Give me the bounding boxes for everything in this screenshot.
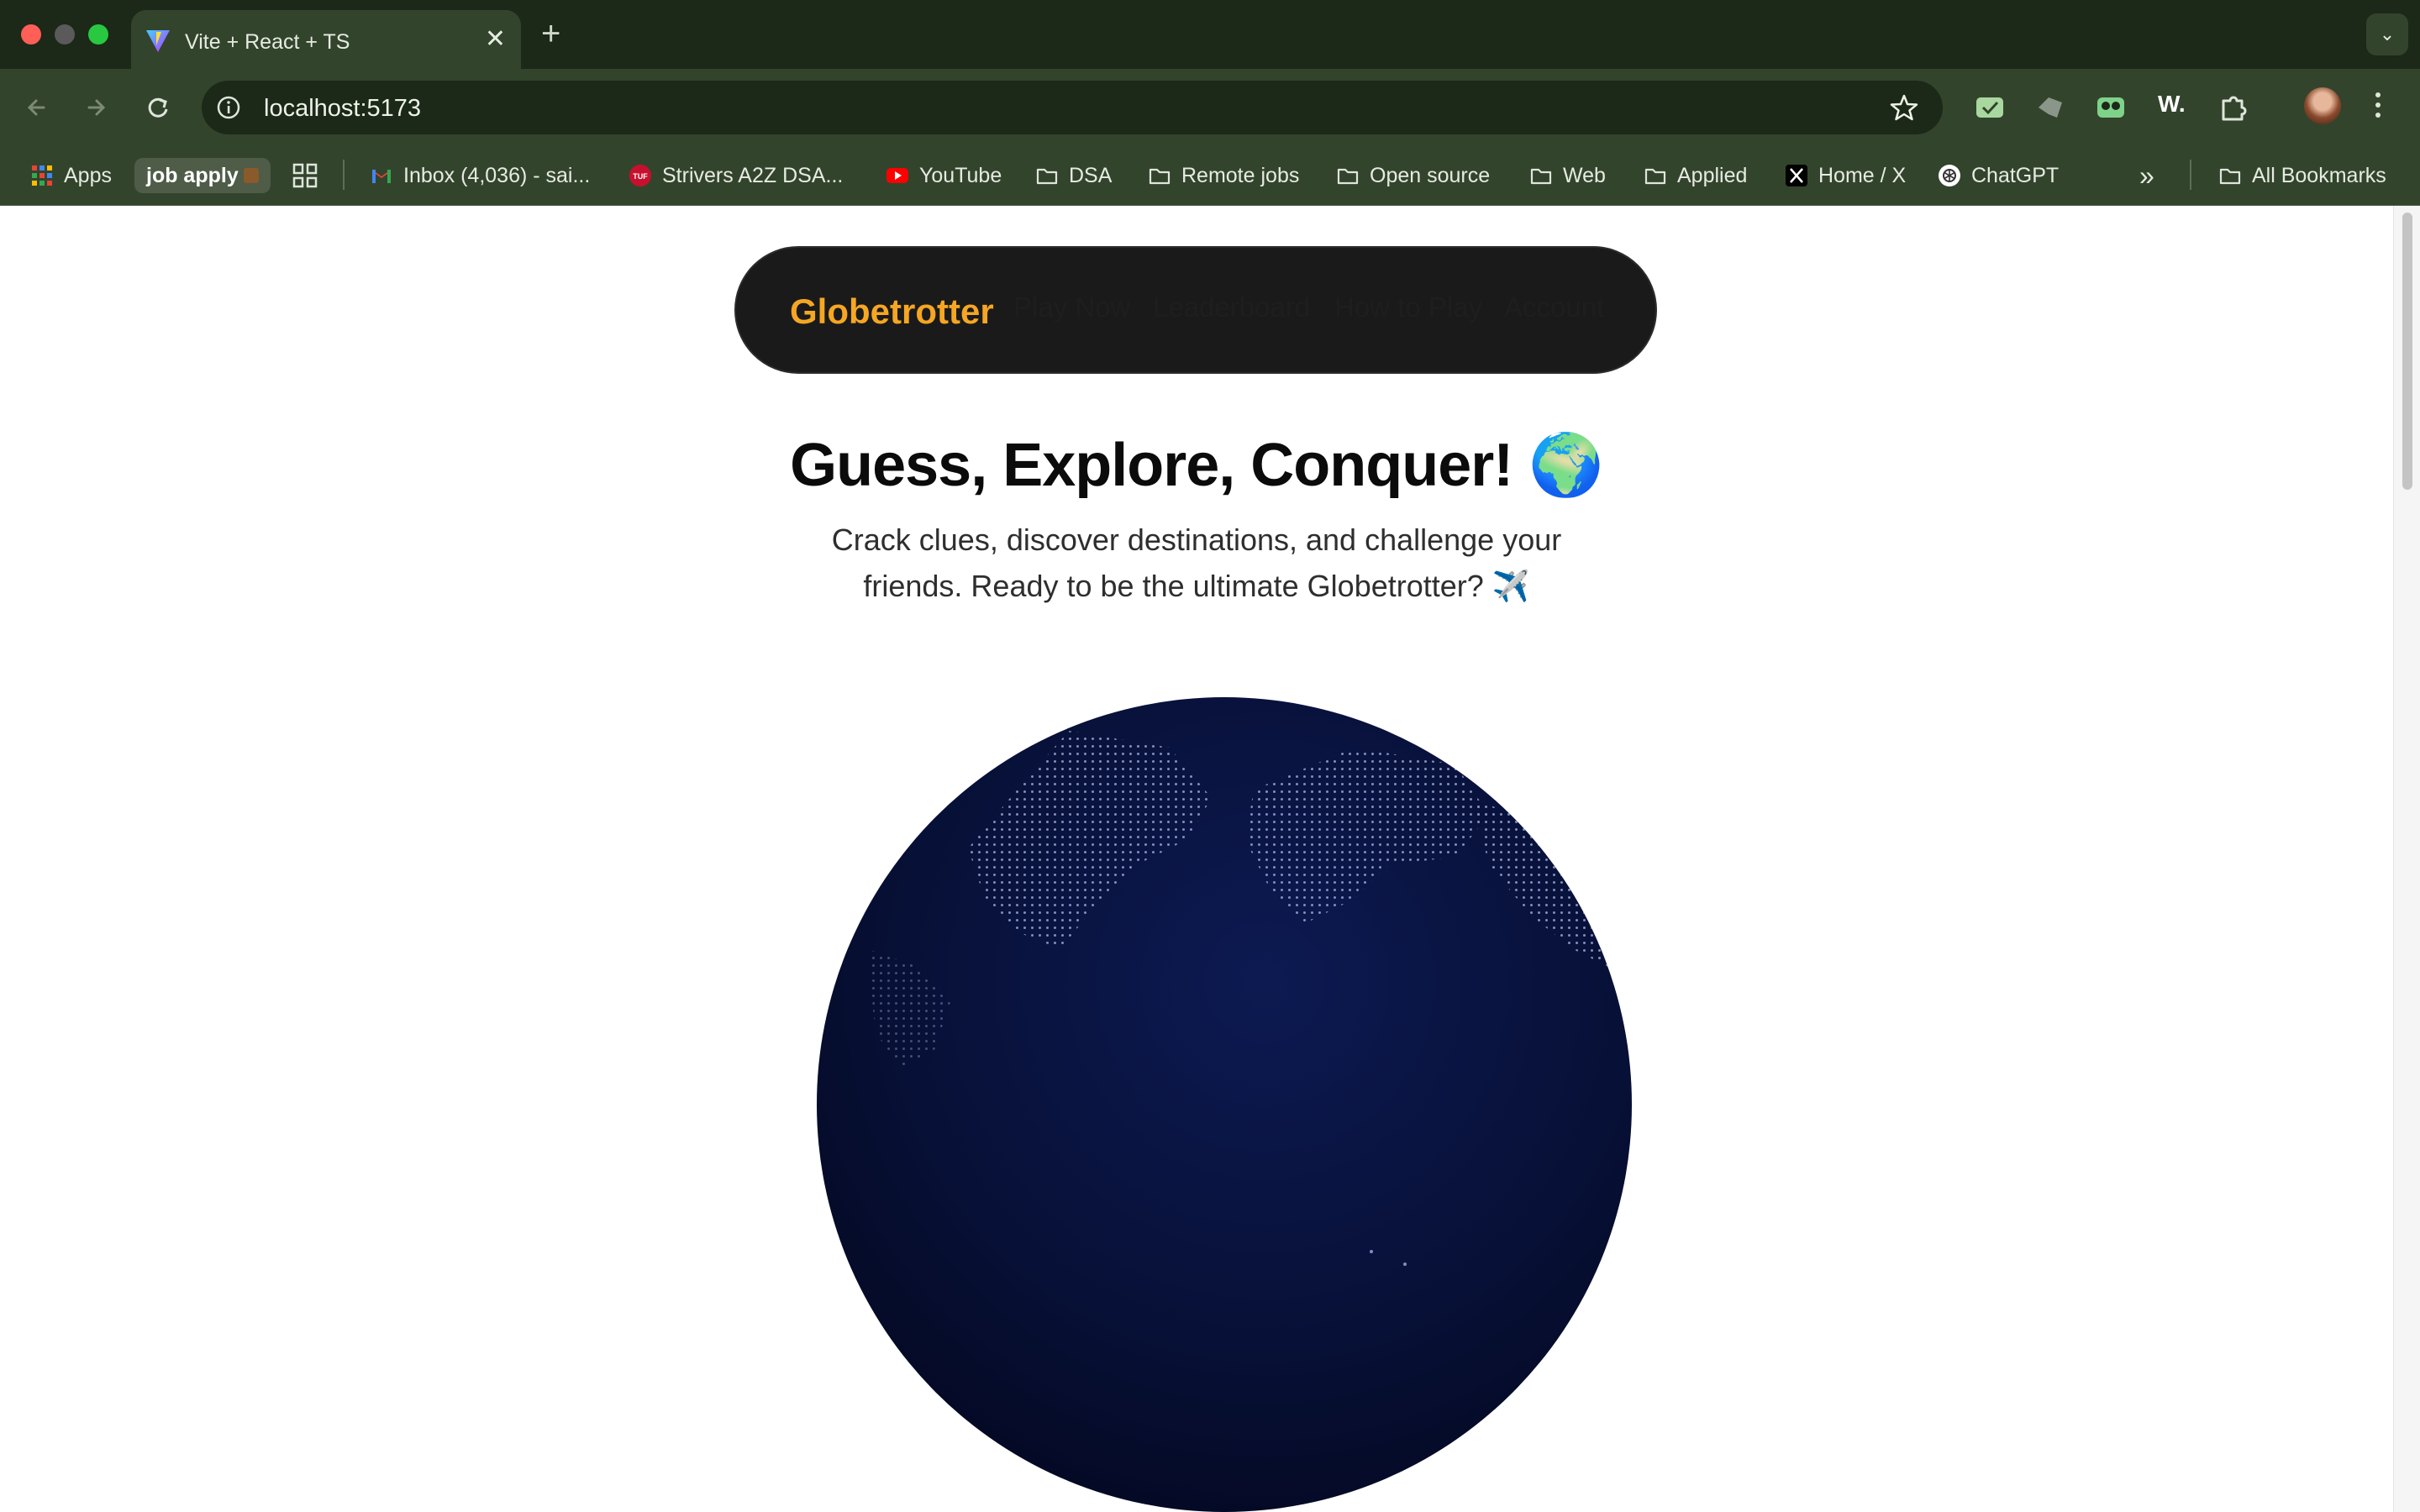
browser-toolbar: localhost:5173 W. (0, 69, 2420, 146)
bookmark-label: Strivers A2Z DSA... (662, 163, 844, 187)
bookmark-label: Home / X (1818, 163, 1907, 187)
browser-menu-icon[interactable] (2370, 87, 2386, 128)
bookmark-label: All Bookmarks (2252, 163, 2386, 187)
x-icon (1786, 165, 1807, 186)
nav-link-account[interactable]: Account (1504, 291, 1604, 323)
bookmark-label: Remote jobs (1181, 163, 1300, 187)
chatgpt-icon (1939, 165, 1960, 186)
bookmark-label: Apps (64, 163, 112, 187)
site-info-icon[interactable] (215, 94, 242, 121)
nav-link-play-now[interactable]: Play Now (1013, 291, 1130, 323)
bookmark-label: Inbox (4,036) - sai... (403, 163, 591, 187)
forward-arrow-icon[interactable] (77, 89, 114, 126)
apps-grid-icon (32, 165, 52, 186)
bookmarks-bar: Apps job apply Inbox (4,036) - sai... TU… (0, 146, 2420, 206)
bookmark-all-bookmarks[interactable]: All Bookmarks (2218, 158, 2386, 193)
tuf-icon: TUF (629, 165, 651, 186)
bookmark-strivers[interactable]: TUF Strivers A2Z DSA... (629, 158, 843, 193)
nav-link-how-to-play[interactable]: How to Play (1334, 291, 1482, 323)
mail-check-extension-icon[interactable] (1971, 89, 2008, 126)
tab-active[interactable]: Vite + React + TS ✕ (131, 10, 521, 69)
tab-title: Vite + React + TS (185, 30, 350, 54)
folder-icon (1644, 168, 1666, 185)
tab-strip: Vite + React + TS ✕ + ⌄ (0, 0, 2420, 69)
url-text[interactable]: localhost:5173 (264, 95, 421, 123)
bookmark-youtube[interactable]: YouTube (886, 158, 1002, 193)
youtube-icon (886, 168, 908, 183)
owl-extension-icon[interactable] (2092, 89, 2129, 126)
bookmark-folder-applied[interactable]: Applied (1644, 158, 1747, 193)
folder-icon (1036, 168, 1058, 185)
bookmark-label: DSA (1069, 163, 1113, 187)
vite-favicon-icon (146, 30, 170, 52)
profile-avatar[interactable] (2304, 87, 2341, 124)
bookmark-label: YouTube (919, 163, 1002, 187)
gmail-icon (372, 170, 391, 183)
bookmark-label: Open source (1370, 163, 1491, 187)
reload-icon[interactable] (139, 89, 176, 126)
bookmark-separator (343, 160, 345, 190)
bookmark-folder-open-source[interactable]: Open source (1336, 158, 1490, 193)
hero-subtitle-line: Crack clues, discover destinations, and … (831, 522, 1562, 557)
bookmark-chatgpt[interactable]: ChatGPT (1938, 158, 2059, 193)
back-arrow-icon[interactable] (18, 89, 55, 126)
bookmark-x[interactable]: Home / X (1785, 158, 1906, 193)
tab-search-button[interactable]: ⌄ (2366, 13, 2408, 55)
folder-icon (1337, 168, 1359, 185)
folder-icon (1530, 168, 1552, 185)
address-bar[interactable]: localhost:5173 (202, 81, 1943, 134)
bookmark-separator (2190, 160, 2191, 190)
hero-subtitle: Crack clues, discover destinations, and … (793, 517, 1600, 609)
tab-close-icon[interactable]: ✕ (485, 25, 506, 54)
scrollbar-thumb[interactable] (2402, 213, 2412, 490)
bookmark-label: job apply (146, 163, 239, 187)
w-extension-icon[interactable]: W. (2158, 91, 2186, 118)
page-viewport: Globetrotter Play Now Leaderboard How to… (0, 206, 2393, 1512)
brand-logo[interactable]: Globetrotter (790, 291, 994, 332)
svg-text:TUF: TUF (633, 172, 648, 181)
bookmark-folder-web[interactable]: Web (1529, 158, 1606, 193)
bookmark-folder-dsa[interactable]: DSA (1035, 158, 1112, 193)
box-emoji-icon (243, 168, 259, 183)
interactive-globe[interactable] (817, 697, 1632, 1512)
nav-link-leaderboard[interactable]: Leaderboard (1153, 291, 1310, 323)
bookmarks-overflow-icon[interactable]: » (2139, 158, 2154, 193)
window-maximize-button[interactable] (88, 24, 108, 45)
bookmark-job-apply[interactable]: job apply (134, 158, 271, 193)
window-close-button[interactable] (21, 24, 41, 45)
new-tab-button[interactable]: + (541, 13, 560, 54)
bookmark-gmail[interactable]: Inbox (4,036) - sai... (370, 158, 590, 193)
bookmark-label: Web (1563, 163, 1606, 187)
window-minimize-button[interactable] (55, 24, 75, 45)
bookmark-folder-remote-jobs[interactable]: Remote jobs (1148, 158, 1299, 193)
bookmark-star-icon[interactable] (1889, 92, 1919, 123)
hero-subtitle-line: friends. Ready to be the ultimate Globet… (863, 569, 1530, 603)
hero-title: Guess, Explore, Conquer! 🌍 (790, 432, 1604, 499)
folder-icon (1149, 168, 1171, 185)
extensions-puzzle-icon[interactable] (2215, 89, 2252, 126)
bookmark-label: Applied (1677, 163, 1748, 187)
bookmark-label: ChatGPT (1971, 163, 2060, 187)
tab-groups-icon[interactable] (291, 161, 319, 190)
folder-icon (2219, 168, 2241, 185)
fox-extension-icon[interactable] (2032, 89, 2069, 126)
page-scrollbar[interactable] (2393, 206, 2420, 1512)
bookmark-apps[interactable]: Apps (30, 158, 112, 193)
site-navbar: Globetrotter Play Now Leaderboard How to… (734, 246, 1657, 374)
